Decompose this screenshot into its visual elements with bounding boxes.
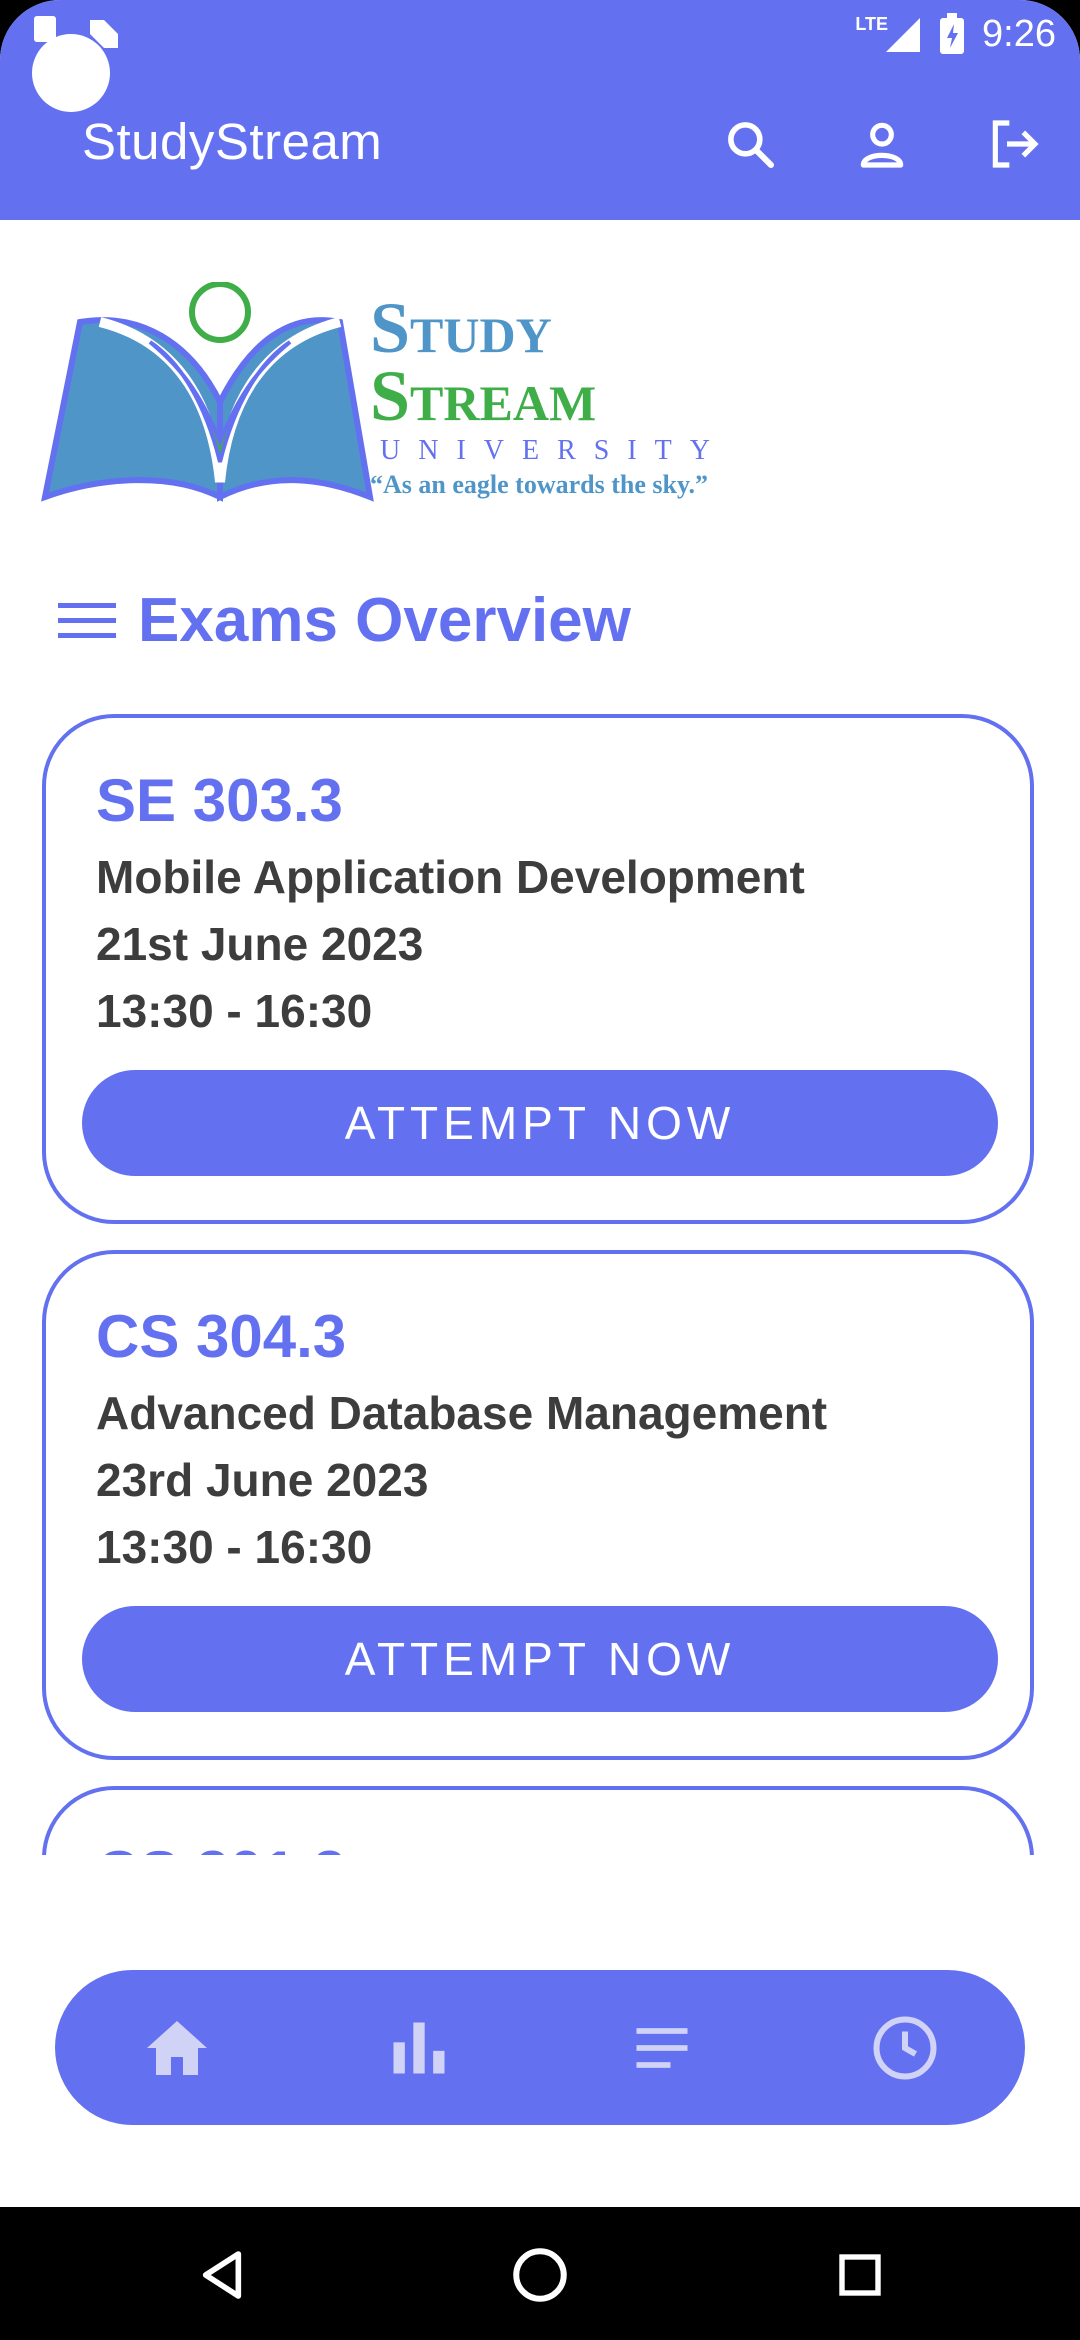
logo-text-study: Study: [370, 288, 552, 368]
system-navigation-bar: [0, 2207, 1080, 2340]
section-title: Exams Overview: [138, 586, 631, 655]
app-bar: LTE 9:26 StudyStream: [0, 0, 1080, 220]
status-bar-right: LTE 9:26: [855, 6, 1056, 62]
person-icon: [860, 122, 904, 168]
exam-time: 13:30 - 16:30: [96, 985, 373, 1037]
camera-cutout: [32, 34, 110, 112]
list-icon: [636, 2028, 688, 2068]
bottom-navigation: [55, 1970, 1025, 2125]
search-icon: [728, 122, 775, 169]
clock-icon: [873, 2016, 937, 2080]
battery-icon: [940, 13, 965, 54]
exam-code: CS 301.3: [96, 1838, 346, 1855]
exam-code: SE 303.3: [96, 767, 343, 834]
recents-button[interactable]: [830, 2245, 890, 2305]
exam-card: CS 301.3: [42, 1786, 1034, 1855]
clock-time: 9:26: [982, 12, 1056, 55]
home-icon: [147, 2021, 207, 2075]
app-title: StudyStream: [82, 113, 383, 170]
search-button[interactable]: [718, 112, 782, 176]
logo-tagline: “As an eagle towards the sky.”: [370, 470, 709, 499]
back-triangle-icon: [202, 2251, 242, 2299]
section-header: Exams Overview: [58, 585, 631, 656]
home-circle-icon: [513, 2248, 567, 2302]
exam-list[interactable]: SE 303.3 Mobile Application Development …: [0, 710, 1080, 1855]
nav-exams[interactable]: [622, 2008, 702, 2088]
back-button[interactable]: [192, 2245, 252, 2305]
menu-icon: [58, 602, 116, 638]
recents-square-icon: [839, 2254, 881, 2296]
exam-date: 21st June 2023: [96, 918, 424, 970]
signal-icon: [886, 18, 921, 52]
attempt-now-button[interactable]: ATTEMPT NOW: [82, 1070, 998, 1176]
exam-code: CS 304.3: [96, 1303, 347, 1370]
logo-text-university: UNIVERSITY: [380, 435, 728, 466]
attempt-now-button[interactable]: ATTEMPT NOW: [82, 1606, 998, 1712]
exam-name: Advanced Database Management: [96, 1387, 828, 1439]
exam-date: 23rd June 2023: [96, 1454, 429, 1506]
screen: LTE 9:26 StudyStream Study Stream UNIVER…: [0, 0, 1080, 2340]
logo-text-stream: Stream: [370, 356, 597, 436]
home-system-button[interactable]: [510, 2245, 570, 2305]
nav-stats[interactable]: [379, 2008, 459, 2088]
logout-icon: [992, 120, 1039, 168]
exam-card: SE 303.3 Mobile Application Development …: [42, 714, 1034, 1224]
exam-card: CS 304.3 Advanced Database Management 23…: [42, 1250, 1034, 1760]
university-logo: Study Stream UNIVERSITY “As an eagle tow…: [40, 281, 760, 512]
nav-home[interactable]: [137, 2008, 217, 2088]
profile-button[interactable]: [850, 112, 914, 176]
bar-chart-icon: [393, 2022, 445, 2074]
nav-history[interactable]: [865, 2008, 945, 2088]
logout-button[interactable]: [982, 112, 1046, 176]
exam-name: Mobile Application Development: [96, 851, 805, 903]
exam-time: 13:30 - 16:30: [96, 1521, 373, 1573]
